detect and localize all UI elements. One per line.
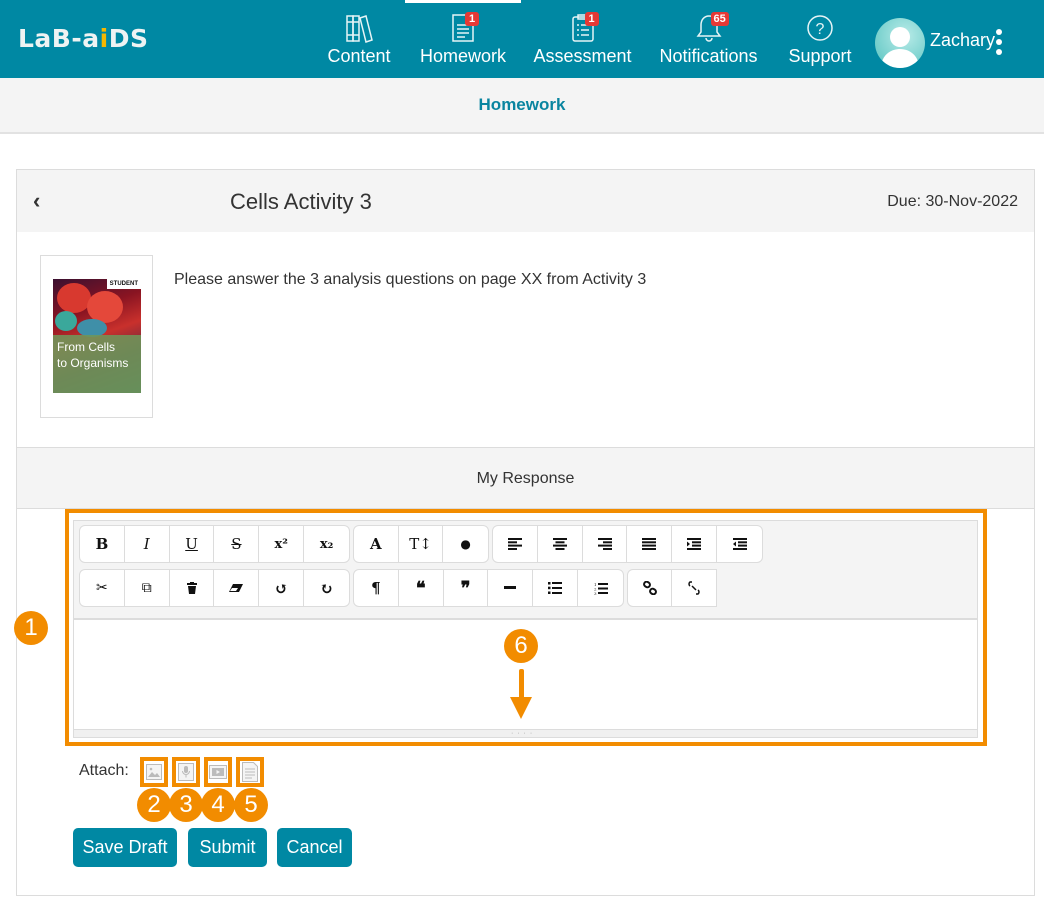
nav-support[interactable]: ? Support	[786, 0, 854, 78]
notifications-badge: 65	[710, 12, 729, 26]
attach-audio-button[interactable]	[172, 757, 200, 787]
bullet-list-icon[interactable]	[533, 570, 579, 606]
blockquote-close-icon[interactable]: ❞	[444, 570, 489, 606]
assessment-badge: 1	[584, 12, 599, 26]
cut-icon[interactable]: ✂	[80, 570, 125, 606]
submit-button[interactable]: Submit	[188, 828, 267, 867]
microphone-icon	[178, 763, 194, 781]
nav-homework[interactable]: 1 Homework	[405, 0, 521, 78]
align-left-icon[interactable]	[493, 526, 538, 562]
question-circle-icon: ?	[805, 11, 835, 45]
callout-1: 1	[14, 611, 48, 645]
link-icon[interactable]	[628, 570, 673, 606]
avatar	[875, 18, 925, 68]
align-group	[492, 525, 763, 563]
font-group: A T↕ ●	[353, 525, 489, 563]
format-group: B I U S x² x₂	[79, 525, 350, 563]
nav-support-label: Support	[788, 46, 852, 66]
logo-text-suffix: DS	[108, 24, 149, 53]
attach-image-button[interactable]	[140, 757, 168, 787]
callout-arrow	[519, 669, 524, 699]
nav-content-label: Content	[327, 46, 391, 66]
lab-aids-logo[interactable]: LaB-aiDS	[18, 24, 148, 53]
callout-5: 5	[234, 788, 268, 822]
top-navigation-bar: LaB-aiDS Content 1 Homework 1 Assessment…	[0, 0, 1044, 78]
user-name[interactable]: Zachary	[930, 30, 995, 51]
align-right-icon[interactable]	[583, 526, 628, 562]
paragraph-icon[interactable]: ¶	[354, 570, 399, 606]
assignment-title: Cells Activity 3	[230, 189, 372, 214]
page-header: Homework	[0, 78, 1044, 134]
copy-icon[interactable]: ⧉	[125, 570, 170, 606]
callout-6: 6	[504, 629, 538, 663]
document-icon: 1	[451, 11, 479, 45]
callout-4: 4	[201, 788, 235, 822]
book-cover-image: STUDENT From Cells to Organisms	[53, 279, 141, 393]
bold-button[interactable]: B	[80, 526, 125, 562]
subscript-button[interactable]: x₂	[304, 526, 349, 562]
redo-icon[interactable]: ↻	[304, 570, 349, 606]
back-chevron-icon[interactable]: ‹	[33, 188, 40, 214]
horizontal-rule-icon[interactable]	[488, 570, 534, 606]
nav-notifications[interactable]: 65 Notifications	[657, 0, 760, 78]
edit-group: ✂ ⧉ ↺ ↻	[79, 569, 350, 607]
strikethrough-button[interactable]: S	[214, 526, 260, 562]
clipboard-icon: 1	[571, 11, 599, 45]
nav-homework-label: Homework	[419, 46, 507, 66]
eraser-icon[interactable]	[214, 570, 260, 606]
callout-2: 2	[137, 788, 171, 822]
indent-icon[interactable]	[672, 526, 718, 562]
user-avatar-button[interactable]	[875, 18, 925, 68]
justify-icon[interactable]	[627, 526, 673, 562]
align-center-icon[interactable]	[538, 526, 583, 562]
logo-text: LaB-a	[18, 24, 100, 53]
font-button[interactable]: A	[354, 526, 399, 562]
editor-resize-handle[interactable]: · · · ·	[74, 729, 977, 737]
unlink-icon[interactable]	[672, 570, 716, 606]
italic-button[interactable]: I	[125, 526, 170, 562]
book-thumbnail[interactable]: STUDENT From Cells to Organisms	[40, 255, 153, 418]
svg-text:?: ?	[816, 21, 825, 38]
editor-toolbar: B I U S x² x₂ A T↕ ● ✂ ⧉ ↺ ↻ ¶ ❝ ❞ 1 2 3	[74, 521, 977, 618]
attach-label: Attach:	[79, 762, 129, 779]
nav-content[interactable]: Content	[326, 0, 392, 78]
attach-video-button[interactable]	[204, 757, 232, 787]
callout-arrowhead	[510, 697, 532, 719]
underline-button[interactable]: U	[170, 526, 215, 562]
nav-notifications-label: Notifications	[659, 46, 758, 66]
color-drop-icon[interactable]: ●	[443, 526, 488, 562]
attach-document-button[interactable]	[236, 757, 264, 787]
cancel-button[interactable]: Cancel	[277, 828, 352, 867]
block-group: ¶ ❝ ❞ 123	[353, 569, 624, 607]
superscript-button[interactable]: x²	[259, 526, 305, 562]
font-size-button[interactable]: T↕	[399, 526, 444, 562]
homework-badge: 1	[465, 12, 479, 26]
more-options-icon[interactable]	[996, 29, 1004, 55]
bell-icon: 65	[695, 11, 729, 45]
link-group	[627, 569, 717, 607]
blockquote-open-icon[interactable]: ❝	[399, 570, 444, 606]
cover-title: From Cells to Organisms	[57, 340, 129, 370]
due-date: Due: 30-Nov-2022	[887, 193, 1018, 210]
outdent-icon[interactable]	[717, 526, 762, 562]
nav-assessment-label: Assessment	[533, 46, 632, 66]
document-icon	[242, 762, 258, 782]
image-icon	[146, 764, 162, 780]
assignment-instructions: Please answer the 3 analysis questions o…	[174, 271, 647, 288]
nav-assessment[interactable]: 1 Assessment	[533, 0, 632, 78]
logo-dot: i	[99, 24, 109, 53]
response-section-header: My Response	[17, 447, 1034, 509]
save-draft-button[interactable]: Save Draft	[73, 828, 177, 867]
delete-icon[interactable]	[170, 570, 215, 606]
numbered-list-icon[interactable]: 123	[578, 570, 623, 606]
assignment-header: ‹ Cells Activity 3 Due: 30-Nov-2022	[17, 170, 1034, 232]
page-title: Homework	[478, 95, 566, 114]
video-icon	[209, 765, 227, 779]
books-icon	[345, 11, 373, 45]
callout-3: 3	[169, 788, 203, 822]
cover-tag: STUDENT	[106, 279, 141, 289]
svg-text:3: 3	[594, 591, 597, 595]
response-section-title: My Response	[476, 470, 575, 487]
undo-icon[interactable]: ↺	[259, 570, 305, 606]
